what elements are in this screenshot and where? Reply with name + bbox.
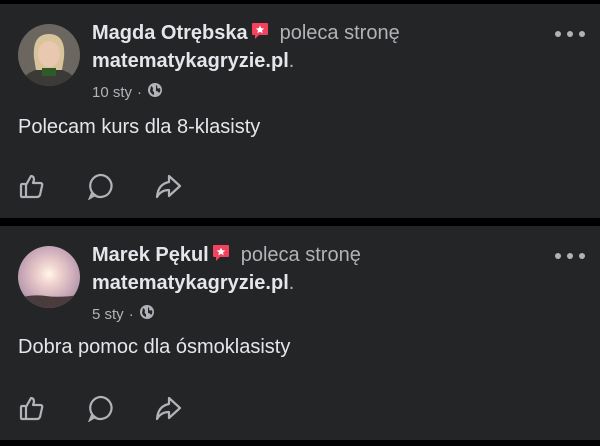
- period: .: [288, 50, 295, 72]
- like-icon[interactable]: [18, 172, 46, 200]
- page-link[interactable]: matematykagryzie.pl: [92, 50, 289, 72]
- action-bar: [18, 172, 182, 201]
- recommend-star-icon: [250, 21, 270, 48]
- globe-icon[interactable]: [139, 304, 155, 324]
- post-header: Marek Pękul poleca stronę matematykagryzi…: [92, 242, 540, 324]
- author-name[interactable]: Marek Pękul: [92, 244, 209, 266]
- post-date[interactable]: 10 sty: [92, 84, 132, 101]
- more-icon[interactable]: [554, 248, 586, 266]
- like-icon[interactable]: [18, 394, 46, 422]
- share-icon[interactable]: [154, 394, 182, 422]
- author-name[interactable]: Magda Otrębska: [92, 22, 248, 44]
- more-icon[interactable]: [554, 26, 586, 44]
- avatar[interactable]: [18, 246, 80, 308]
- feed: Magda Otrębska poleca stronę matematykagr…: [0, 0, 600, 446]
- comment-icon[interactable]: [86, 394, 114, 423]
- action-bar: [18, 394, 182, 423]
- recommend-verb: poleca stronę: [279, 22, 400, 44]
- share-icon[interactable]: [154, 172, 182, 200]
- post-text: Polecam kurs dla 8-klasisty: [18, 116, 261, 138]
- separator: ·: [128, 305, 134, 323]
- period: .: [288, 272, 295, 294]
- post-card: Magda Otrębska poleca stronę matematykagr…: [0, 4, 600, 218]
- post-text: Dobra pomoc dla ósmoklasisty: [18, 336, 291, 358]
- globe-icon[interactable]: [147, 82, 163, 102]
- separator: ·: [137, 83, 143, 101]
- post-date[interactable]: 5 sty: [92, 306, 124, 323]
- recommend-star-icon: [211, 243, 231, 270]
- recommend-verb: poleca stronę: [240, 244, 361, 266]
- comment-icon[interactable]: [86, 172, 114, 201]
- avatar[interactable]: [18, 24, 80, 86]
- post-header: Magda Otrębska poleca stronę matematykagr…: [92, 20, 540, 102]
- post-card: Marek Pękul poleca stronę matematykagryzi…: [0, 226, 600, 440]
- page-link[interactable]: matematykagryzie.pl: [92, 272, 289, 294]
